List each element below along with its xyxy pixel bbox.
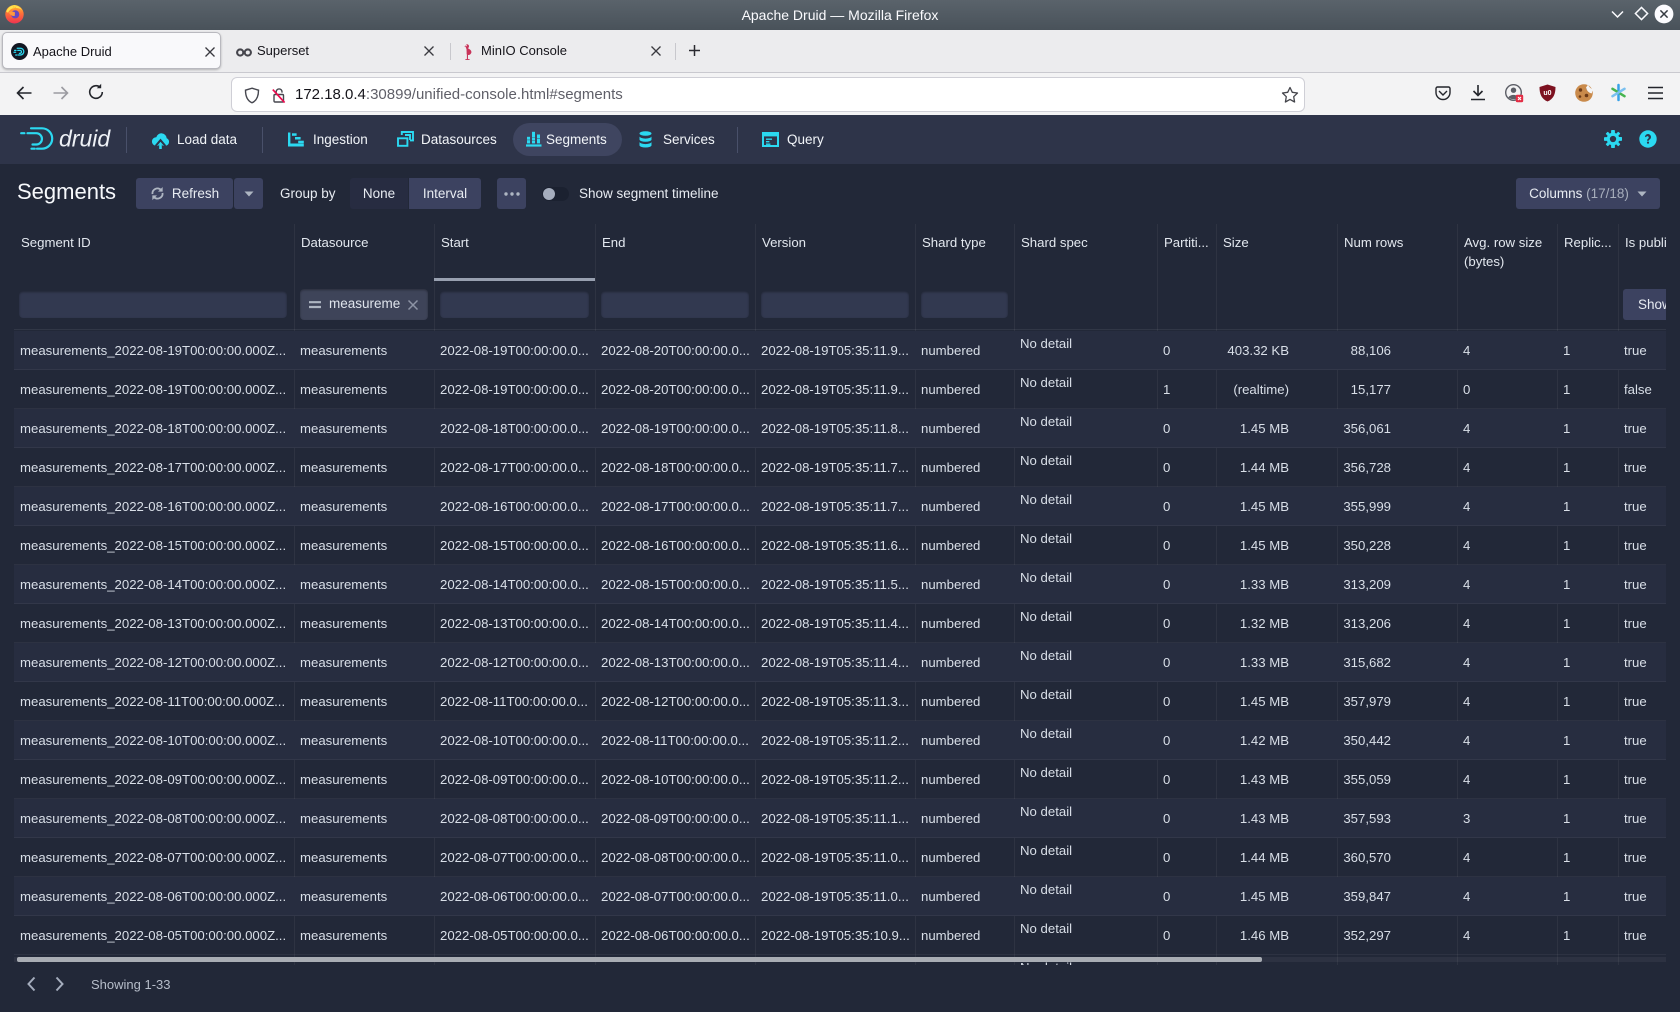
- svg-text:u0: u0: [1543, 90, 1551, 97]
- svg-text:druid: druid: [59, 126, 111, 152]
